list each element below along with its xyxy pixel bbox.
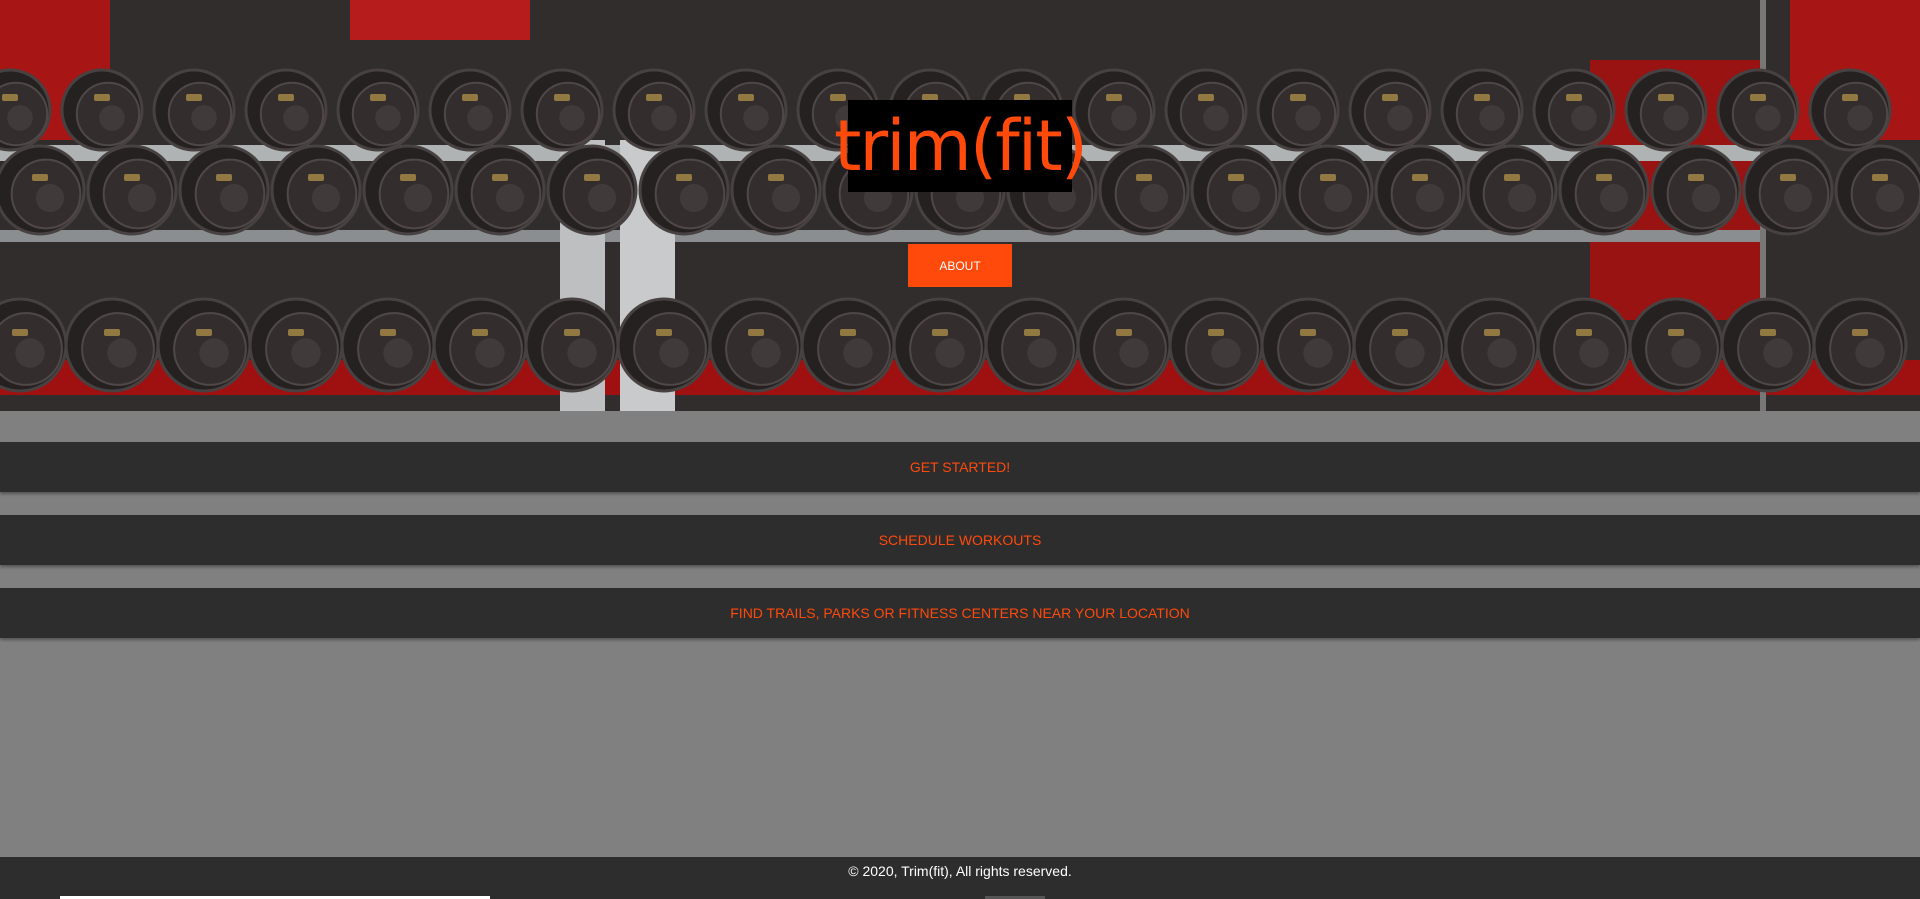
hero-banner: trim(fit) ABOUT bbox=[0, 0, 1920, 411]
schedule-workouts-button[interactable]: SCHEDULE WORKOUTS bbox=[0, 515, 1920, 565]
gym-dumbbell-rack-image bbox=[0, 0, 1920, 411]
find-locations-button[interactable]: FIND TRAILS, PARKS OR FITNESS CENTERS NE… bbox=[0, 588, 1920, 638]
get-started-button[interactable]: GET STARTED! bbox=[0, 442, 1920, 492]
logo-text: trim(fit) bbox=[833, 105, 1088, 187]
logo: trim(fit) bbox=[834, 100, 1088, 192]
about-button[interactable]: ABOUT bbox=[908, 244, 1012, 287]
footer: © 2020, Trim(fit), All rights reserved. bbox=[0, 857, 1920, 899]
copyright-text: © 2020, Trim(fit), All rights reserved. bbox=[848, 863, 1072, 879]
